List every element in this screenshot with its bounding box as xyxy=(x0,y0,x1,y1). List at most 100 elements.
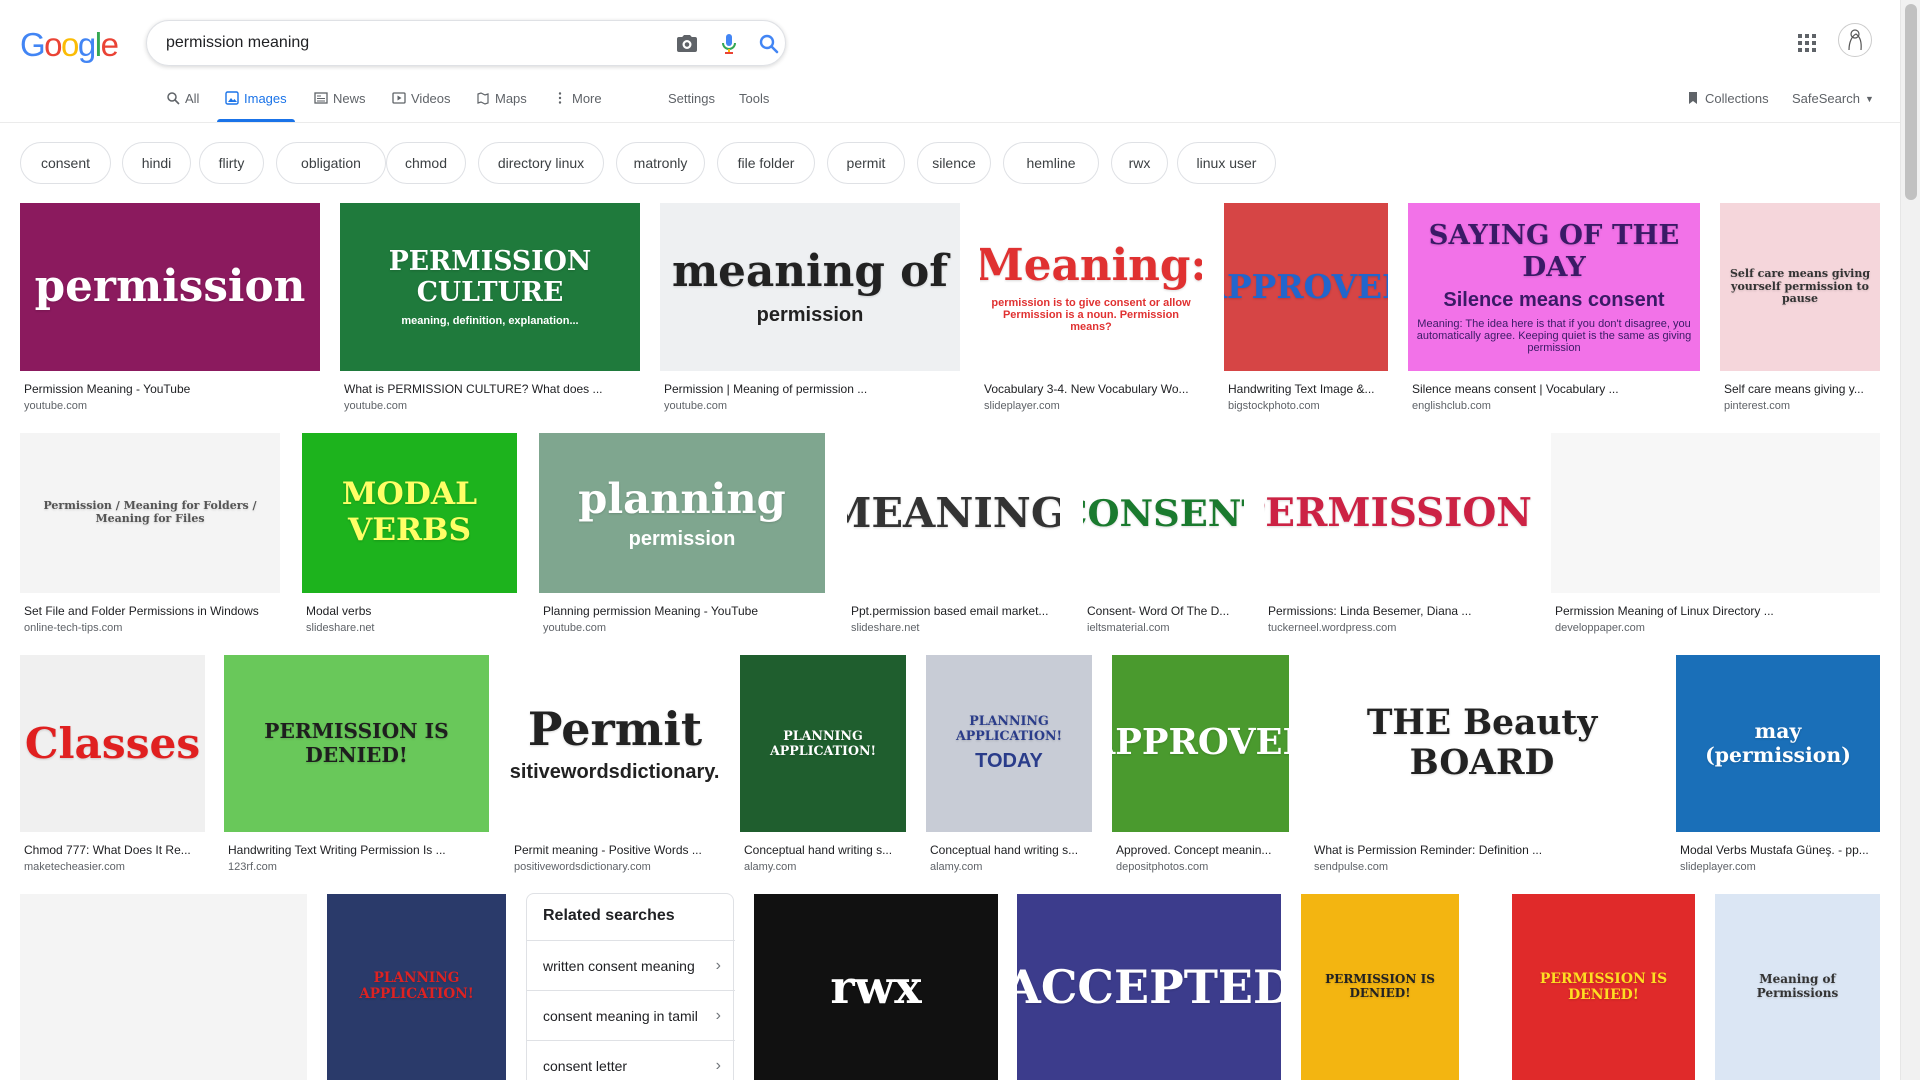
image-result[interactable]: Permission / Meaning for Folders / Meani… xyxy=(20,433,280,635)
safesearch-dropdown[interactable]: SafeSearch ▼ xyxy=(1792,86,1874,122)
scrollbar-thumb[interactable] xyxy=(1905,4,1917,200)
image-result[interactable]: may (permission) Modal Verbs Mustafa Güne… xyxy=(1676,655,1880,874)
image-thumbnail[interactable]: Meaning of Permissions xyxy=(1715,894,1880,1080)
image-result[interactable]: MODAL VERBS Modal verbs slideshare.net xyxy=(302,433,517,635)
image-caption[interactable]: Permission | Meaning of permission ... xyxy=(664,382,956,396)
image-caption[interactable]: Self care means giving y... xyxy=(1724,382,1876,396)
image-caption[interactable]: Ppt.permission based email market... xyxy=(851,604,1056,618)
image-result[interactable]: SAYING OF THE DAY Silence means consent Me… xyxy=(1408,203,1700,413)
image-result[interactable]: PLANNING APPLICATION! xyxy=(327,894,506,1080)
image-caption[interactable]: Conceptual hand writing s... xyxy=(930,843,1088,857)
image-thumbnail[interactable]: MEANING: xyxy=(847,433,1060,593)
image-result[interactable]: rwx xyxy=(754,894,998,1080)
tab-all[interactable]: All xyxy=(166,86,199,122)
chip-permit[interactable]: permit xyxy=(827,142,905,184)
image-thumbnail[interactable]: CONSENT xyxy=(1083,433,1244,593)
image-thumbnail[interactable]: APPROVED xyxy=(1112,655,1289,832)
chip-hemline[interactable]: hemline xyxy=(1003,142,1099,184)
image-result[interactable]: PERMISSIONS Permissions: Linda Besemer, D… xyxy=(1264,433,1532,635)
image-thumbnail[interactable]: PLANNING APPLICATION! xyxy=(327,894,506,1080)
image-caption[interactable]: Modal verbs xyxy=(306,604,513,618)
chip-file-folder[interactable]: file folder xyxy=(717,142,815,184)
image-result[interactable]: planning permission Planning permission Me… xyxy=(539,433,825,635)
tab-news[interactable]: News xyxy=(314,86,366,122)
tab-maps[interactable]: Maps xyxy=(476,86,527,122)
image-result[interactable]: MEANING: Ppt.permission based email marke… xyxy=(847,433,1060,635)
chip-obligation[interactable]: obligation xyxy=(276,142,386,184)
image-caption[interactable]: Conceptual hand writing s... xyxy=(744,843,902,857)
image-result[interactable]: PERMISSION IS DENIED! xyxy=(1512,894,1695,1080)
chip-linux-user[interactable]: linux user xyxy=(1177,142,1276,184)
image-result[interactable]: Permit©Positivewordsdictionary.com Permit… xyxy=(510,655,720,874)
related-search-item[interactable]: consent meaning in tamil › xyxy=(527,990,735,1040)
image-result[interactable]: APPROVED Handwriting Text Image &... bigst… xyxy=(1224,203,1388,413)
apps-grid-icon[interactable] xyxy=(1795,31,1819,55)
image-thumbnail[interactable]: PERMISSION IS DENIED! xyxy=(1301,894,1459,1080)
image-thumbnail[interactable]: PERMISSION CULTURE meaning, definition, e… xyxy=(340,203,640,371)
image-caption[interactable]: Handwriting Text Writing Permission Is .… xyxy=(228,843,485,857)
image-caption[interactable]: What is Permission Reminder: Definition … xyxy=(1314,843,1650,857)
image-thumbnail[interactable]: Meaning: permission is to give consent or… xyxy=(980,203,1202,371)
image-result[interactable]: Permission Meaning of Linux Directory ..… xyxy=(1551,433,1880,635)
microphone-icon[interactable] xyxy=(717,32,741,56)
image-thumbnail[interactable]: PLANNING APPLICATION! TODAY xyxy=(926,655,1092,832)
image-thumbnail[interactable]: ACCEPTED xyxy=(1017,894,1281,1080)
image-thumbnail[interactable]: Classes xyxy=(20,655,205,832)
image-caption[interactable]: Planning permission Meaning - YouTube xyxy=(543,604,821,618)
chip-rwx[interactable]: rwx xyxy=(1111,142,1168,184)
image-thumbnail[interactable]: PERMISSION IS DENIED! xyxy=(224,655,489,832)
image-caption[interactable]: Silence means consent | Vocabulary ... xyxy=(1412,382,1696,396)
image-thumbnail[interactable]: Permit ©Positivewordsdictionary.com xyxy=(510,655,720,832)
chip-matronly[interactable]: matronly xyxy=(616,142,705,184)
image-result[interactable]: PERMISSION CULTURE meaning, definition, e… xyxy=(340,203,640,413)
image-thumbnail[interactable]: PLANNING APPLICATION! xyxy=(740,655,906,832)
tools-link[interactable]: Tools xyxy=(739,86,769,122)
image-result[interactable]: Self care means giving yourself permissi… xyxy=(1720,203,1880,413)
image-thumbnail[interactable]: PERMISSION IS DENIED! xyxy=(1512,894,1695,1080)
image-caption[interactable]: What is PERMISSION CULTURE? What does ..… xyxy=(344,382,636,396)
image-result[interactable]: CONSENT Consent- Word Of The D... ieltsmat… xyxy=(1083,433,1244,635)
image-result[interactable]: ACCEPTED xyxy=(1017,894,1281,1080)
image-caption[interactable]: Approved. Concept meanin... xyxy=(1116,843,1285,857)
image-result[interactable]: APPROVED Approved. Concept meanin... depos… xyxy=(1112,655,1289,874)
collections-link[interactable]: Collections xyxy=(1686,86,1769,122)
image-caption[interactable]: Chmod 777: What Does It Re... xyxy=(24,843,201,857)
settings-link[interactable]: Settings xyxy=(668,86,715,122)
chip-hindi[interactable]: hindi xyxy=(122,142,191,184)
image-thumbnail[interactable] xyxy=(1551,433,1880,593)
scrollbar[interactable] xyxy=(1900,0,1920,1080)
image-result[interactable]: Meaning: permission is to give consent or… xyxy=(980,203,1202,413)
camera-icon[interactable] xyxy=(675,32,699,56)
image-result[interactable]: permission Permission Meaning - YouTube yo… xyxy=(20,203,320,413)
chip-chmod[interactable]: chmod xyxy=(386,142,466,184)
image-thumbnail[interactable]: meaning of permission xyxy=(660,203,960,371)
image-thumbnail[interactable]: Permission / Meaning for Folders / Meani… xyxy=(20,433,280,593)
image-result[interactable]: PLANNING APPLICATION! TODAY Conceptual han… xyxy=(926,655,1092,874)
chip-directory-linux[interactable]: directory linux xyxy=(478,142,604,184)
image-result[interactable]: Meaning of Permissions xyxy=(1715,894,1880,1080)
image-result[interactable]: PERMISSION IS DENIED! xyxy=(1301,894,1459,1080)
image-result[interactable] xyxy=(20,894,307,1080)
image-caption[interactable]: Permission Meaning - YouTube xyxy=(24,382,316,396)
image-result[interactable]: PLANNING APPLICATION! Conceptual hand wri… xyxy=(740,655,906,874)
image-thumbnail[interactable]: MODAL VERBS xyxy=(302,433,517,593)
image-result[interactable]: PERMISSION IS DENIED! Handwriting Text Wr… xyxy=(224,655,489,874)
chip-flirty[interactable]: flirty xyxy=(199,142,264,184)
tab-more[interactable]: More xyxy=(553,86,602,122)
image-thumbnail[interactable]: rwx xyxy=(754,894,998,1080)
image-thumbnail[interactable]: Self care means giving yourself permissi… xyxy=(1720,203,1880,371)
google-logo[interactable]: Google xyxy=(20,26,119,64)
image-thumbnail[interactable]: APPROVED xyxy=(1224,203,1388,371)
image-caption[interactable]: Permit meaning - Positive Words ... xyxy=(514,843,716,857)
search-icon[interactable] xyxy=(757,32,781,56)
image-thumbnail[interactable]: THE Beauty BOARD xyxy=(1310,655,1654,832)
image-caption[interactable]: Consent- Word Of The D... xyxy=(1087,604,1240,618)
image-thumbnail[interactable] xyxy=(20,894,307,1080)
avatar[interactable] xyxy=(1838,23,1872,57)
chip-consent[interactable]: consent xyxy=(20,142,111,184)
tab-images[interactable]: Images xyxy=(217,86,295,122)
related-search-item[interactable]: consent letter › xyxy=(527,1040,735,1080)
image-caption[interactable]: Vocabulary 3-4. New Vocabulary Wo... xyxy=(984,382,1198,396)
image-caption[interactable]: Set File and Folder Permissions in Windo… xyxy=(24,604,276,618)
image-caption[interactable]: Permission Meaning of Linux Directory ..… xyxy=(1555,604,1876,618)
